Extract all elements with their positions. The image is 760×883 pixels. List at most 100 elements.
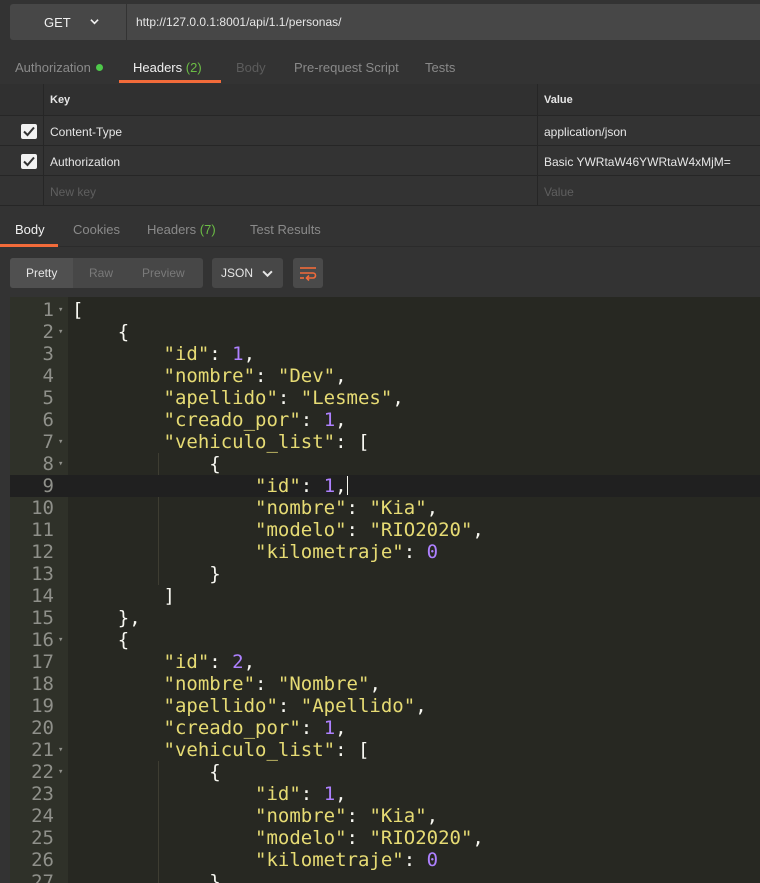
line-number: 25 (31, 827, 54, 849)
line-number: 22 (31, 761, 54, 783)
json-punctuation: , (335, 717, 347, 739)
format-label: JSON (221, 266, 254, 280)
view-pretty-button[interactable]: Pretty (26, 266, 57, 280)
json-punctuation: [ (72, 299, 84, 321)
json-string: "Nombre" (277, 673, 370, 695)
tab-label: Tests (425, 60, 456, 75)
tab-count: (7) (199, 222, 216, 237)
view-raw-button[interactable]: Raw (89, 266, 113, 280)
json-punctuation: : (209, 651, 233, 673)
fold-arrow-icon[interactable]: ▾ (58, 299, 63, 321)
header-value-cell[interactable]: Basic YWRtaW46YWRtaW4xMjM= (538, 146, 760, 175)
json-string: "Lesmes" (300, 387, 393, 409)
line-number: 10 (31, 497, 54, 519)
header-key-cell[interactable]: Content-Type (44, 116, 538, 145)
status-dot-icon (95, 64, 103, 71)
line-number: 6 (42, 409, 54, 431)
code-text: ] (72, 585, 175, 607)
new-value-input[interactable]: Value (538, 176, 760, 205)
code-line: 2 ▾ { (10, 321, 760, 343)
json-key: "nombre" (163, 365, 256, 387)
json-punctuation (72, 783, 255, 805)
header-value: Basic YWRtaW46YWRtaW4xMjM= (544, 155, 731, 169)
wrap-lines-icon (300, 267, 317, 281)
fold-arrow-icon[interactable]: ▾ (58, 431, 63, 453)
json-number: 1 (323, 475, 336, 497)
view-preview-button[interactable]: Preview (142, 266, 185, 280)
line-number: 16 (31, 629, 54, 651)
json-punctuation: { (72, 321, 130, 343)
json-punctuation: : [ (335, 739, 370, 761)
line-number: 7 (42, 431, 54, 453)
tab-headers[interactable]: Headers (2) (133, 60, 202, 75)
code-line: 24 "nombre": "Kia", (10, 805, 760, 827)
json-punctuation (72, 365, 164, 387)
code-text: } (72, 563, 221, 585)
row-checkbox[interactable] (21, 124, 37, 139)
tab-label: Headers (147, 222, 197, 237)
tab-response-body[interactable]: Body (15, 222, 45, 237)
code-line: 7 ▾ "vehiculo_list": [ (10, 431, 760, 453)
tab-tests[interactable]: Tests (425, 60, 455, 75)
code-text: "id": 1, (72, 475, 348, 497)
wrap-lines-button[interactable] (293, 258, 323, 288)
code-line: 15 }, (10, 607, 760, 629)
code-line: 16 ▾ { (10, 629, 760, 651)
tab-cookies[interactable]: Cookies (73, 222, 120, 237)
code-text: }, (72, 607, 141, 629)
code-line: 27 } (10, 871, 760, 883)
key-column-header: Key (44, 84, 538, 115)
json-key: "kilometraje" (255, 541, 404, 563)
tab-authorization[interactable]: Authorization (15, 60, 103, 75)
url-text: http://127.0.0.1:8001/api/1.1/personas/ (136, 15, 342, 29)
format-select[interactable]: JSON (212, 258, 283, 288)
view-mode-toggle: Pretty Raw Preview (10, 258, 203, 288)
fold-arrow-icon[interactable]: ▾ (58, 629, 63, 651)
tab-body[interactable]: Body (236, 60, 266, 75)
json-number: 1 (323, 717, 336, 739)
new-key-input[interactable]: New key (44, 176, 538, 205)
json-punctuation: : (300, 717, 324, 739)
fold-arrow-icon[interactable]: ▾ (58, 453, 63, 475)
json-punctuation (72, 739, 164, 761)
json-punctuation: ] (72, 585, 175, 607)
url-input[interactable]: http://127.0.0.1:8001/api/1.1/personas/ (127, 4, 760, 40)
json-key: "modelo" (255, 519, 347, 541)
json-key: "nombre" (255, 805, 347, 827)
line-number: 11 (31, 519, 54, 541)
json-punctuation (72, 519, 255, 541)
header-key-cell[interactable]: Authorization (44, 146, 538, 175)
json-key: "vehiculo_list" (163, 739, 336, 761)
tab-response-headers[interactable]: Headers (7) (147, 222, 216, 237)
response-body-editor[interactable]: 1 ▾[2 ▾ {3 "id": 1, 4 "nombre": "Dev", 5 "ap… (10, 297, 760, 883)
code-text: "nombre": "Kia", (72, 805, 438, 827)
json-punctuation: , (243, 343, 256, 365)
row-checkbox[interactable] (21, 154, 37, 169)
tab-label: Headers (133, 60, 183, 75)
json-punctuation: : (346, 805, 370, 827)
code-line: 3 "id": 1, (10, 343, 760, 365)
line-number: 2 (42, 321, 54, 343)
code-line: 5 "apellido": "Lesmes", (10, 387, 760, 409)
json-punctuation: : (346, 827, 370, 849)
code-line: 18 "nombre": "Nombre", (10, 673, 760, 695)
json-number: 2 (232, 651, 244, 673)
line-number: 19 (31, 695, 54, 717)
tab-test-results[interactable]: Test Results (250, 222, 321, 237)
fold-arrow-icon[interactable]: ▾ (58, 321, 63, 343)
method-select[interactable]: GET (10, 4, 126, 40)
fold-arrow-icon[interactable]: ▾ (58, 761, 63, 783)
json-key: "modelo" (255, 827, 347, 849)
header-value: application/json (544, 125, 627, 139)
code-line: 11 "modelo": "RIO2020", (10, 519, 760, 541)
line-number: 4 (42, 365, 54, 387)
json-punctuation: , (335, 475, 347, 497)
json-punctuation: } (72, 563, 221, 585)
tab-pre-request-script[interactable]: Pre-request Script (294, 60, 399, 75)
json-punctuation: , (243, 651, 256, 673)
code-line: 6 "creado_por": 1, (10, 409, 760, 431)
code-line: 13 } (10, 563, 760, 585)
fold-arrow-icon[interactable]: ▾ (58, 739, 63, 761)
header-value-cell[interactable]: application/json (538, 116, 760, 145)
json-number: 1 (323, 783, 336, 805)
